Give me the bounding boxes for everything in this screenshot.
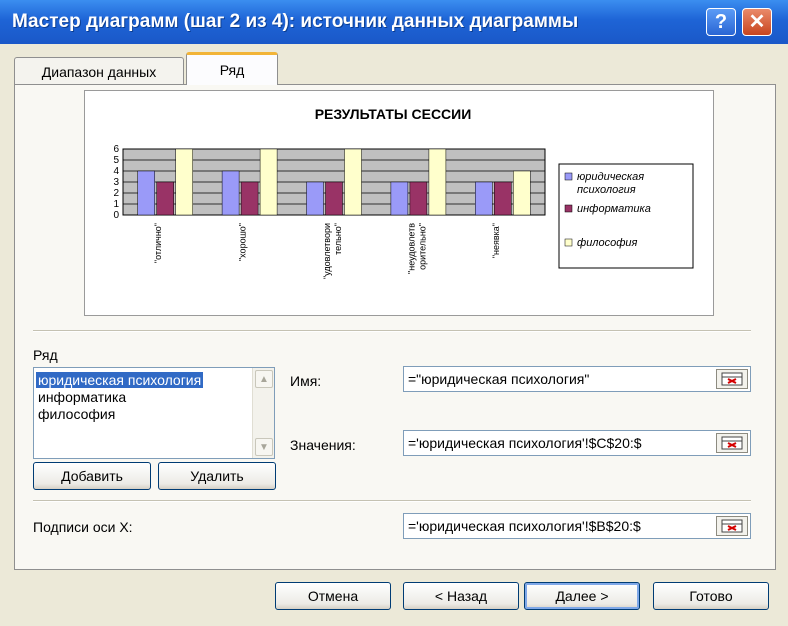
remove-series-button[interactable]: Удалить bbox=[158, 462, 276, 490]
collapse-dialog-icon bbox=[721, 372, 743, 386]
values-field[interactable]: ='юридическая психология'!$C$20:$ bbox=[403, 430, 751, 456]
y-tick-label: 0 bbox=[113, 210, 119, 221]
x-tick-label: "хорошо" bbox=[238, 223, 248, 261]
tab-series[interactable]: Ряд bbox=[186, 52, 278, 85]
chart-bar bbox=[344, 148, 362, 216]
values-label: Значения: bbox=[290, 437, 356, 453]
separator bbox=[33, 500, 751, 502]
listbox-scrollbar[interactable]: ▲ ▼ bbox=[252, 368, 274, 458]
separator bbox=[33, 330, 751, 332]
name-label: Имя: bbox=[290, 373, 322, 389]
series-list-item[interactable]: философия bbox=[36, 406, 117, 422]
title-bar: Мастер диаграмм (шаг 2 из 4): источник д… bbox=[0, 0, 788, 44]
add-series-button[interactable]: Добавить bbox=[33, 462, 151, 490]
close-icon: ✕ bbox=[748, 11, 766, 33]
back-button[interactable]: < Назад bbox=[403, 582, 519, 610]
x-tick-label: орительно" bbox=[417, 223, 427, 270]
y-tick-label: 4 bbox=[113, 166, 119, 177]
legend-label: юридическая психология bbox=[577, 171, 644, 196]
x-labels-label: Подписи оси X: bbox=[33, 519, 133, 535]
chart-svg: РЕЗУЛЬТАТЫ СЕССИИ 0123456 "отлично" "хорош… bbox=[113, 106, 694, 279]
tab-data-range[interactable]: Диапазон данных bbox=[14, 57, 184, 85]
chart-bar bbox=[494, 181, 512, 216]
close-button[interactable]: ✕ bbox=[742, 8, 772, 36]
cancel-button[interactable]: Отмена bbox=[275, 582, 391, 610]
legend-swatch bbox=[564, 204, 573, 213]
x-labels-field[interactable]: ='юридическая психология'!$B$20:$ bbox=[403, 513, 751, 539]
scroll-down-icon[interactable]: ▼ bbox=[255, 438, 273, 456]
x-tick-label: "отлично" bbox=[153, 223, 163, 263]
chart-bar bbox=[475, 181, 493, 216]
chart-title: РЕЗУЛЬТАТЫ СЕССИИ bbox=[315, 106, 472, 122]
name-field[interactable]: ="юридическая психология" bbox=[403, 366, 751, 392]
values-field-value: ='юридическая психология'!$C$20:$ bbox=[408, 435, 642, 451]
legend-label: информатика bbox=[577, 203, 651, 215]
y-tick-label: 3 bbox=[113, 177, 119, 188]
chart-bar bbox=[513, 170, 531, 216]
y-tick-label: 5 bbox=[113, 155, 119, 166]
scroll-up-icon[interactable]: ▲ bbox=[255, 370, 273, 388]
chart-bar bbox=[409, 181, 428, 216]
x-labels-field-value: ='юридическая психология'!$B$20:$ bbox=[408, 518, 641, 534]
x-tick-label: "неудовлетв bbox=[406, 223, 416, 274]
y-tick-label: 1 bbox=[113, 199, 119, 210]
legend-label: философия bbox=[577, 237, 638, 249]
series-list-item[interactable]: информатика bbox=[36, 389, 128, 405]
chart-bar bbox=[325, 181, 343, 216]
series-label: Ряд bbox=[33, 347, 58, 363]
legend-swatch bbox=[564, 172, 573, 181]
y-tick-label: 6 bbox=[113, 144, 119, 155]
series-listbox[interactable]: юридическая психология информатика филос… bbox=[33, 367, 275, 459]
collapse-dialog-icon bbox=[721, 519, 743, 533]
x-tick-label: тельно" bbox=[333, 223, 343, 255]
range-select-button[interactable] bbox=[716, 433, 748, 453]
chart-bar bbox=[221, 170, 240, 216]
chart-bar bbox=[428, 148, 447, 216]
window-title: Мастер диаграмм (шаг 2 из 4): источник д… bbox=[12, 11, 579, 32]
y-tick-label: 2 bbox=[113, 188, 119, 199]
range-select-button[interactable] bbox=[716, 516, 748, 536]
help-button[interactable]: ? bbox=[706, 8, 736, 36]
chart-bar bbox=[306, 181, 324, 216]
help-icon: ? bbox=[714, 11, 728, 33]
chart-preview: РЕЗУЛЬТАТЫ СЕССИИ 0 1 2 3 4 5 6 "отлично" "хорош… bbox=[84, 90, 714, 316]
chart-bar bbox=[259, 148, 278, 216]
x-tick-label: "неявка" bbox=[491, 223, 501, 258]
chart-bar bbox=[240, 181, 259, 216]
x-tick-label: "удовлетвори bbox=[322, 223, 332, 279]
chart-bar bbox=[390, 181, 409, 216]
next-button[interactable]: Далее > bbox=[524, 582, 640, 610]
legend-swatch bbox=[564, 238, 573, 247]
range-select-button[interactable] bbox=[716, 369, 748, 389]
chart-bar bbox=[156, 181, 174, 216]
name-field-value: ="юридическая психология" bbox=[408, 371, 590, 387]
chart-bar bbox=[137, 170, 155, 216]
finish-button[interactable]: Готово bbox=[653, 582, 769, 610]
chart-bar bbox=[175, 148, 193, 216]
series-list-item[interactable]: юридическая психология bbox=[36, 372, 204, 388]
collapse-dialog-icon bbox=[721, 436, 743, 450]
